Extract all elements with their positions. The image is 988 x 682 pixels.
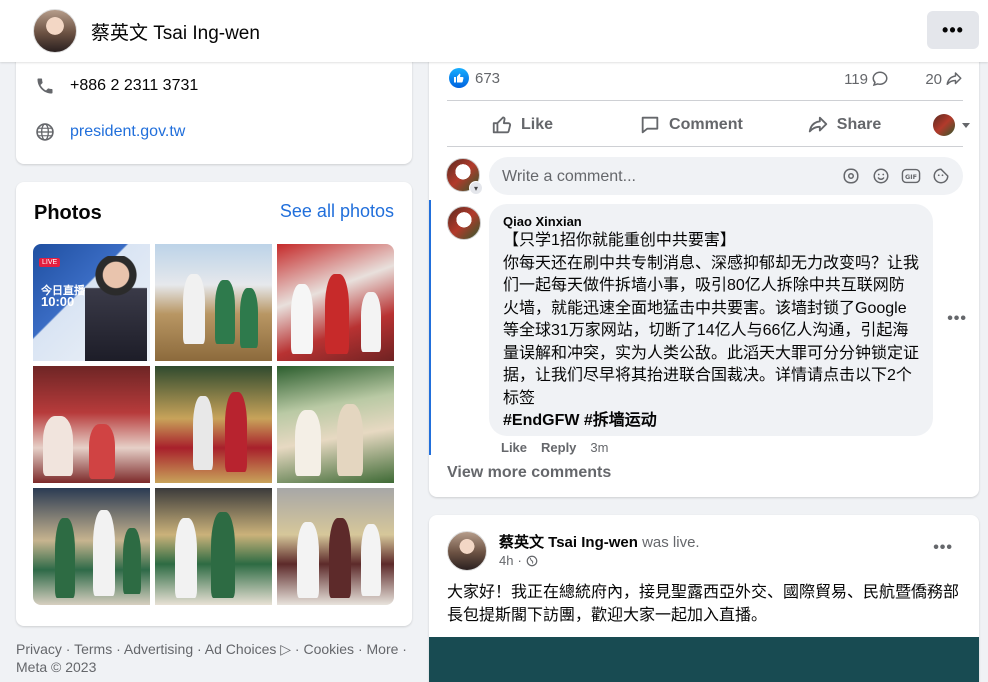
- comments-count[interactable]: 119: [844, 71, 868, 88]
- comment-text: 【只学1招你就能重创中共要害】 你每天还在刷中共专制消息、深感抑郁却无力改变吗？…: [503, 232, 920, 407]
- photo-thumbnail[interactable]: [155, 488, 272, 605]
- comment-input-placeholder: Write a comment...: [502, 168, 636, 185]
- post-time-row: 4h ·: [499, 553, 538, 568]
- avatar-sticker-icon[interactable]: [841, 166, 861, 186]
- gif-icon[interactable]: GIF: [901, 166, 921, 186]
- photo-thumbnail[interactable]: [155, 366, 272, 483]
- comment-time[interactable]: 3m: [590, 440, 608, 455]
- photo-caption-time: 10:00: [41, 294, 75, 309]
- chevron-down-icon[interactable]: ▾: [469, 181, 483, 195]
- stats-divider: [447, 100, 963, 101]
- footer-links[interactable]: Privacy · Terms · Advertising · Ad Choic…: [16, 640, 412, 676]
- post-header: 蔡英文 Tsai Ing-wen was live.: [499, 531, 700, 552]
- comment-body: 【只学1招你就能重创中共要害】 你每天还在刷中共专制消息、深感抑郁却无力改变吗？…: [503, 230, 919, 433]
- like-label: Like: [521, 116, 554, 133]
- comment-icon: [641, 116, 659, 134]
- photo-thumbnail[interactable]: [33, 366, 150, 483]
- website-row: president.gov.tw: [34, 121, 185, 143]
- photo-thumbnail[interactable]: [277, 488, 394, 605]
- comment-label: Comment: [669, 116, 743, 133]
- post-card-2: 蔡英文 Tsai Ing-wen was live. 4h · ••• 大家好！…: [429, 515, 979, 682]
- photo-grid: LIVE 今日直播 10:00: [33, 244, 394, 605]
- post-author-name[interactable]: 蔡英文 Tsai Ing-wen: [499, 534, 638, 551]
- phone-icon: [34, 75, 56, 97]
- comment-meta: Like Reply 3m: [501, 440, 608, 455]
- share-icon: [808, 116, 827, 133]
- photo-thumbnail[interactable]: [277, 244, 394, 361]
- contact-info-card: +886 2 2311 3731 president.gov.tw: [16, 50, 412, 164]
- sticker-icon[interactable]: [931, 166, 951, 186]
- reactions-count[interactable]: 673: [475, 70, 500, 87]
- thumbs-up-icon: [492, 116, 512, 134]
- page-header: 蔡英文 Tsai Ing-wen •••: [0, 0, 988, 62]
- like-reaction-icon[interactable]: [449, 68, 469, 88]
- share-button[interactable]: Share: [807, 114, 881, 136]
- comment-thread-highlight: [429, 200, 431, 455]
- commenter-avatar[interactable]: ▾: [446, 158, 483, 195]
- website-link[interactable]: president.gov.tw: [70, 123, 185, 141]
- footer-links-text[interactable]: Privacy · Terms · Advertising · Ad Choic…: [16, 640, 412, 658]
- live-video-preview[interactable]: [429, 637, 979, 682]
- view-more-comments-link[interactable]: View more comments: [447, 464, 611, 482]
- see-all-photos-link[interactable]: See all photos: [280, 201, 394, 222]
- comments-count-row[interactable]: 119: [844, 70, 889, 88]
- profile-avatar[interactable]: [33, 9, 77, 53]
- comment-button[interactable]: Comment: [639, 114, 743, 136]
- share-label: Share: [836, 116, 882, 133]
- comment-count-icon: [872, 71, 888, 87]
- svg-text:GIF: GIF: [905, 173, 917, 181]
- post-actions-bar: Like Comment Share: [447, 108, 971, 142]
- emoji-icon[interactable]: [871, 166, 891, 186]
- photos-title: Photos: [34, 202, 102, 224]
- post-author-avatar[interactable]: [447, 531, 487, 571]
- profile-name[interactable]: 蔡英文 Tsai Ing-wen: [91, 18, 260, 45]
- post-time[interactable]: 4h: [499, 553, 513, 568]
- shares-count-row[interactable]: 20: [925, 70, 963, 88]
- comment-author-avatar[interactable]: [447, 206, 481, 240]
- photo-thumbnail[interactable]: LIVE 今日直播 10:00: [33, 244, 150, 361]
- more-options-button[interactable]: •••: [927, 11, 979, 49]
- comment-tools: GIF: [841, 166, 951, 186]
- reaction-audience-selector[interactable]: [933, 114, 979, 136]
- photos-card: Photos See all photos LIVE 今日直播 10:00: [16, 182, 412, 626]
- live-badge: LIVE: [39, 258, 61, 267]
- page-avatar-small: [933, 114, 956, 136]
- actions-divider: [447, 146, 963, 147]
- globe-icon: [526, 555, 538, 566]
- photo-thumbnail[interactable]: [155, 244, 272, 361]
- comment-like-link[interactable]: Like: [501, 440, 527, 455]
- comment-hashtags[interactable]: #EndGFW #拆墙运动: [503, 412, 657, 429]
- photo-thumbnail[interactable]: [277, 366, 394, 483]
- comment-author[interactable]: Qiao Xinxian: [503, 214, 919, 229]
- phone-row: +886 2 2311 3731: [34, 75, 198, 97]
- post-text: 大家好！我正在總統府內，接見聖露西亞外交、國際貿易、民航暨僑務部長包提斯閣下訪團…: [447, 584, 960, 624]
- photo-person: [85, 256, 147, 361]
- share-count-icon: [946, 72, 962, 85]
- comment-reply-link[interactable]: Reply: [541, 440, 576, 455]
- like-button[interactable]: Like: [491, 114, 553, 136]
- comment-more-options[interactable]: •••: [947, 310, 967, 328]
- post-card: 673 119 20 Like Comment Share ▾ Write a …: [429, 50, 979, 497]
- post-stats: 673 119 20: [449, 68, 963, 90]
- post-activity: was live.: [642, 534, 700, 551]
- footer-copyright: Meta © 2023: [16, 659, 97, 675]
- comment-input[interactable]: Write a comment... GIF: [489, 157, 963, 195]
- globe-icon: [34, 121, 56, 143]
- caret-down-icon: [962, 123, 971, 128]
- shares-count[interactable]: 20: [925, 71, 942, 88]
- phone-number: +886 2 2311 3731: [70, 77, 199, 94]
- comment-bubble: Qiao Xinxian 【只学1招你就能重创中共要害】 你每天还在刷中共专制消…: [489, 204, 933, 436]
- post-more-options[interactable]: •••: [933, 539, 953, 557]
- photo-thumbnail[interactable]: [33, 488, 150, 605]
